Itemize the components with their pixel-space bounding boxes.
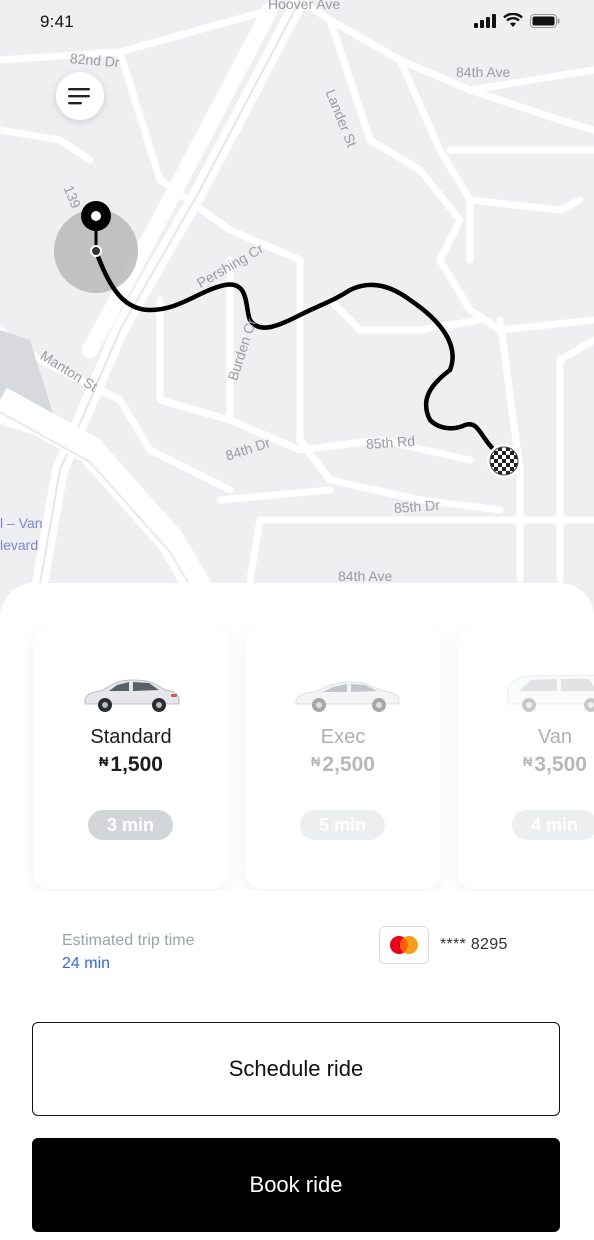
mastercard-icon: [390, 936, 418, 954]
trip-estimate: Estimated trip time 24 min: [62, 932, 194, 973]
menu-button[interactable]: [56, 72, 104, 120]
street-label: 84th Ave: [456, 64, 511, 80]
pickup-pin-icon[interactable]: [80, 200, 112, 260]
trip-time-value: 24 min: [62, 955, 111, 972]
ride-price: ₦1,500: [99, 753, 163, 776]
book-ride-button[interactable]: Book ride: [32, 1138, 560, 1232]
status-bar: 9:41: [0, 0, 594, 44]
payment-card-chip: [379, 926, 429, 964]
ride-option-van[interactable]: Van ₦3,500 4 min: [457, 625, 594, 889]
street-label: 85th Rd: [365, 432, 416, 452]
eta-badge: 4 min: [512, 810, 594, 840]
ride-option-standard[interactable]: Standard ₦1,500 3 min: [33, 625, 229, 889]
ride-name: Standard: [90, 726, 172, 748]
hamburger-menu-icon: [68, 88, 90, 105]
payment-method[interactable]: **** 8295: [379, 926, 508, 964]
trip-time-label: Estimated trip time: [62, 932, 195, 949]
schedule-ride-button[interactable]: Schedule ride: [32, 1022, 560, 1116]
cellular-signal-icon: [474, 13, 496, 28]
wifi-icon: [503, 13, 523, 27]
card-number: **** 8295: [440, 936, 508, 953]
status-icons: [474, 13, 560, 28]
eta-badge: 5 min: [300, 810, 385, 840]
ride-option-exec[interactable]: Exec ₦2,500 5 min: [245, 625, 441, 889]
van-icon: [507, 674, 594, 712]
booking-sheet: Standard ₦1,500 3 min Exec ₦2,500 5 min: [0, 583, 594, 1240]
ride-price: ₦2,500: [311, 753, 375, 776]
street-label: 85th Dr: [393, 496, 441, 516]
car-icon: [84, 679, 180, 712]
poi-label: l – Van levard: [0, 515, 43, 553]
ride-price: ₦3,500: [523, 753, 587, 776]
battery-icon: [530, 13, 560, 28]
ride-name: Van: [537, 726, 573, 748]
street-label: 84th Ave: [338, 568, 393, 584]
destination-flag-icon[interactable]: [486, 443, 522, 479]
eta-badge: 3 min: [88, 810, 173, 840]
ride-name: Exec: [320, 726, 366, 748]
ride-options[interactable]: Standard ₦1,500 3 min Exec ₦2,500 5 min: [0, 625, 594, 891]
car-icon: [295, 681, 400, 712]
status-time: 9:41: [40, 12, 74, 31]
